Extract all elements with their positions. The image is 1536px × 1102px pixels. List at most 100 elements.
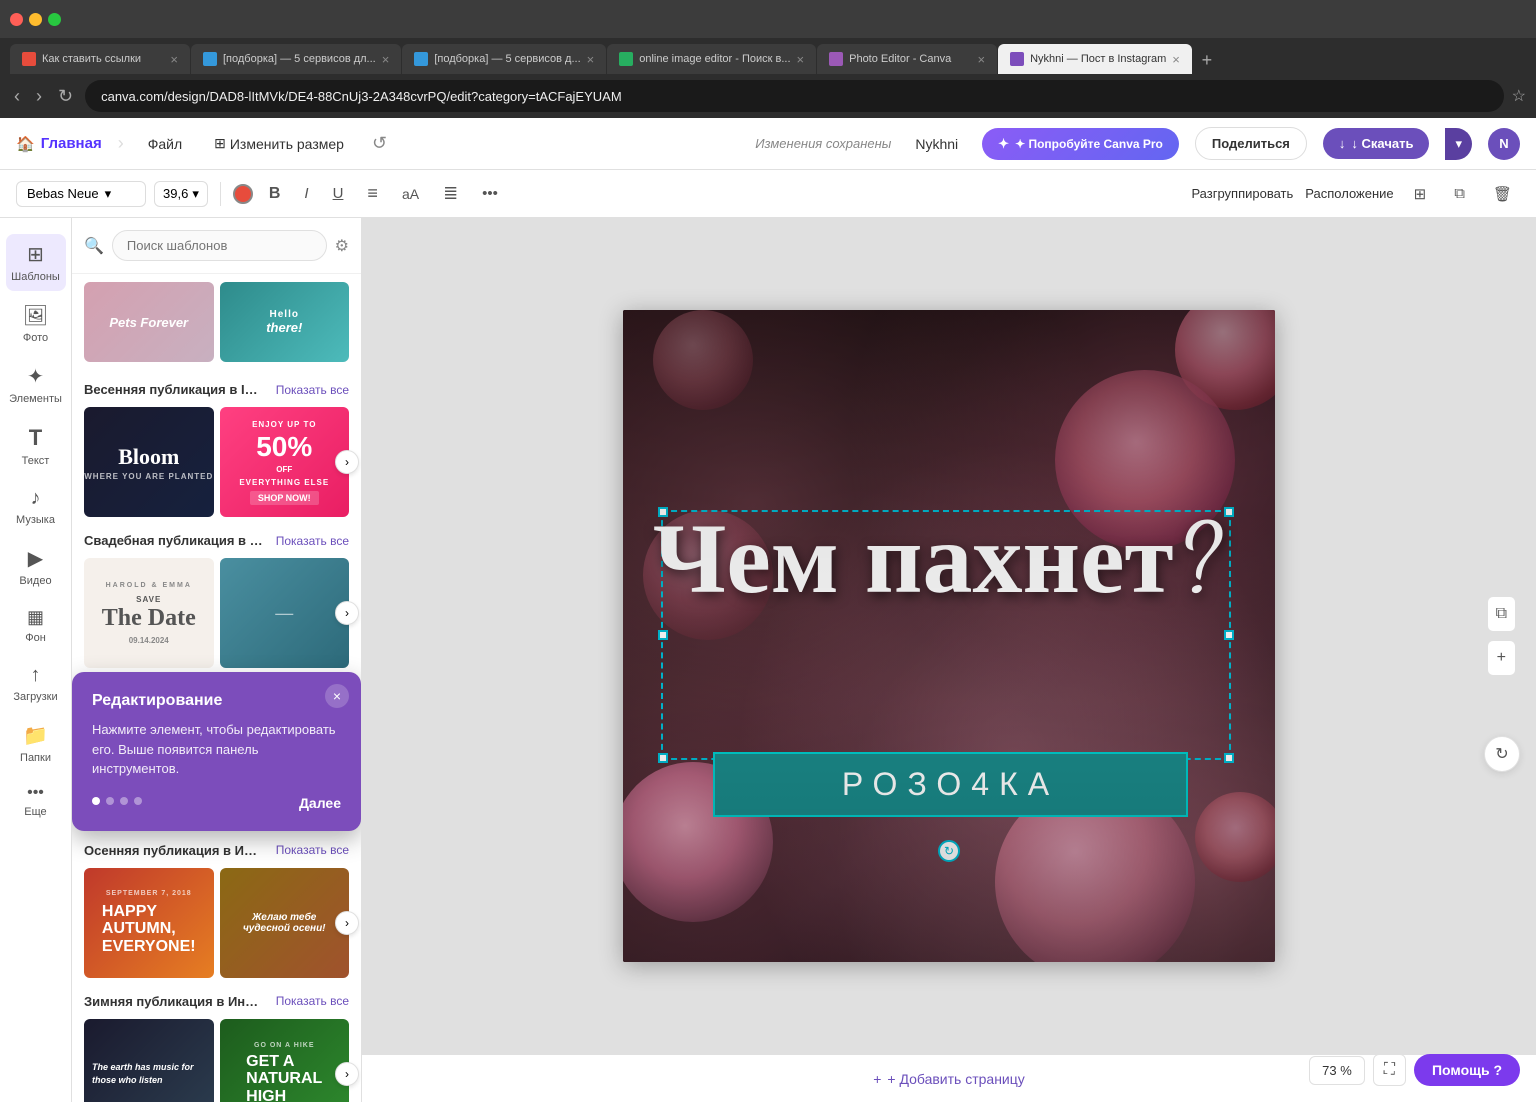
- download-dropdown-button[interactable]: ▾: [1445, 128, 1472, 160]
- sidebar-item-background[interactable]: ▦ Фон: [6, 599, 66, 652]
- new-tab-button[interactable]: +: [1193, 46, 1221, 74]
- refresh-side-icon[interactable]: ↻: [1484, 736, 1520, 772]
- canva-logo: 🏠: [16, 135, 35, 153]
- duplicate-button[interactable]: ⧉: [1446, 181, 1473, 206]
- preview-thumb-2[interactable]: Hello there!: [220, 282, 350, 362]
- download-button[interactable]: ↓ ↓ Скачать: [1323, 128, 1430, 159]
- file-menu[interactable]: Файл: [140, 132, 190, 156]
- grid-view-button[interactable]: ⊞: [1406, 181, 1435, 207]
- wedding-section-title: Свадебная публикация в Инс...: [84, 533, 264, 548]
- tab-3[interactable]: [подборка] — 5 сервисов д... ×: [402, 44, 606, 74]
- italic-button[interactable]: I: [296, 181, 316, 206]
- font-size-value: 39,6: [163, 186, 188, 201]
- user-avatar[interactable]: N: [1488, 128, 1520, 160]
- minimize-traffic-light[interactable]: [29, 13, 42, 26]
- canvas[interactable]: Чем пахнет? РОЗО4КА ↻: [623, 310, 1275, 962]
- autumn-section-title: Осенняя публикация в Инс...: [84, 843, 264, 858]
- canvas-sub-text[interactable]: РОЗО4КА: [713, 752, 1188, 817]
- tab-title: online image editor - Поиск в...: [639, 53, 790, 65]
- position-button[interactable]: Расположение: [1305, 186, 1393, 201]
- tooltip-next-button[interactable]: Далее: [299, 795, 341, 811]
- maximize-traffic-light[interactable]: [48, 13, 61, 26]
- rotate-handle[interactable]: ↻: [938, 840, 960, 862]
- autumn2-template[interactable]: Желаю тебе чудесной осени!: [220, 868, 350, 978]
- font-size-selector[interactable]: 39,6 ▾: [154, 181, 208, 207]
- add-page-button[interactable]: + + Добавить страницу: [873, 1071, 1025, 1087]
- tooltip-title: Редактирование: [92, 692, 341, 710]
- close-traffic-light[interactable]: [10, 13, 23, 26]
- bookmark-icon[interactable]: ☆: [1512, 86, 1526, 106]
- tab-close[interactable]: ×: [170, 52, 178, 67]
- winter-arrow[interactable]: ›: [335, 1062, 359, 1086]
- section-header-spring: Весенняя публикация в Inst... Показать в…: [84, 382, 349, 397]
- sidebar-item-text[interactable]: T Текст: [6, 417, 66, 475]
- wedding2-template[interactable]: —: [220, 558, 350, 668]
- fullscreen-button[interactable]: ⛶: [1373, 1054, 1406, 1086]
- sidebar-item-video[interactable]: ▶ Видео: [6, 538, 66, 595]
- search-input[interactable]: [112, 230, 327, 261]
- autumn-arrow[interactable]: ›: [335, 911, 359, 935]
- 50off-template[interactable]: ENJOY UP TO 50% OFF EVERYTHING ELSE SHOP…: [220, 407, 350, 517]
- tab-close[interactable]: ×: [587, 52, 595, 67]
- copy-button[interactable]: ⧉: [1487, 596, 1516, 632]
- sidebar-item-photo[interactable]: 🖼 Фото: [6, 295, 66, 352]
- url-input[interactable]: [85, 80, 1504, 112]
- sidebar-item-more[interactable]: ••• Еще: [6, 776, 66, 826]
- show-all-autumn[interactable]: Показать все: [276, 843, 349, 857]
- show-all-winter[interactable]: Показать все: [276, 994, 349, 1008]
- sidebar-item-templates[interactable]: ⊞ Шаблоны: [6, 234, 66, 291]
- delete-button[interactable]: 🗑: [1485, 181, 1520, 207]
- tab-close[interactable]: ×: [978, 52, 986, 67]
- filter-icon[interactable]: ⚙: [335, 236, 349, 256]
- zoom-level: 73 %: [1309, 1056, 1365, 1085]
- preview-thumb-1[interactable]: Pets Forever: [84, 282, 214, 362]
- try-pro-button[interactable]: ✦ ✦ Попробуйте Canva Pro: [982, 128, 1179, 160]
- refresh-button[interactable]: ↻: [54, 82, 77, 111]
- bold-button[interactable]: B: [261, 181, 289, 207]
- back-button[interactable]: ‹: [10, 82, 24, 111]
- more-options-button[interactable]: •••: [474, 181, 506, 206]
- undo-button[interactable]: ↺: [368, 129, 391, 158]
- ungroup-button[interactable]: Разгруппировать: [1191, 186, 1293, 201]
- home-nav[interactable]: 🏠 Главная: [16, 135, 102, 153]
- save-date-template[interactable]: HAROLD & EMMA SAVE The Date 09.14.2024: [84, 558, 214, 668]
- tab-5[interactable]: Photo Editor - Canva ×: [817, 44, 997, 74]
- spring-templates: Bloom WHERE YOU ARE PLANTED ENJOY UP TO …: [84, 407, 349, 517]
- forward-button[interactable]: ›: [32, 82, 46, 111]
- text-color-button[interactable]: [233, 184, 253, 204]
- spacing-button[interactable]: ≣: [435, 179, 466, 208]
- spring-arrow[interactable]: ›: [335, 450, 359, 474]
- winter2-template[interactable]: GO ON A HIKE GET ANATURALHIGH: [220, 1019, 350, 1102]
- sidebar-item-folders[interactable]: 📁 Папки: [6, 715, 66, 772]
- canvas-main-text[interactable]: Чем пахнет?: [653, 510, 1233, 610]
- align-button[interactable]: ≡: [359, 179, 386, 208]
- tab-close[interactable]: ×: [1172, 52, 1180, 67]
- close-icon: ×: [333, 688, 341, 704]
- uploads-icon: ↑: [31, 664, 41, 687]
- add-element-button[interactable]: +: [1487, 640, 1516, 676]
- bloom-template[interactable]: Bloom WHERE YOU ARE PLANTED: [84, 407, 214, 517]
- tab-4[interactable]: online image editor - Поиск в... ×: [607, 44, 816, 74]
- tab-close[interactable]: ×: [382, 52, 390, 67]
- sidebar-item-music[interactable]: ♪ Музыка: [6, 479, 66, 534]
- share-button[interactable]: Поделиться: [1195, 127, 1307, 160]
- resize-menu[interactable]: ⊞ Изменить размер: [206, 131, 352, 156]
- show-all-spring[interactable]: Показать все: [276, 383, 349, 397]
- case-button[interactable]: aA: [394, 182, 427, 206]
- tab-6-active[interactable]: Nykhni — Пост в Instagram ×: [998, 44, 1192, 74]
- tooltip-close-button[interactable]: ×: [325, 684, 349, 708]
- background-icon: ▦: [27, 607, 44, 628]
- help-button[interactable]: Помощь ?: [1414, 1054, 1520, 1086]
- sidebar-item-uploads[interactable]: ↑ Загрузки: [6, 656, 66, 711]
- tab-1[interactable]: Как ставить ссылки ×: [10, 44, 190, 74]
- autumn1-template[interactable]: SEPTEMBER 7, 2018 HAPPYAUTUMN,EVERYONE!: [84, 868, 214, 978]
- sidebar-item-elements[interactable]: ✦ Элементы: [6, 356, 66, 413]
- dot-4: [134, 797, 142, 805]
- tab-2[interactable]: [подборка] — 5 сервисов дл... ×: [191, 44, 401, 74]
- underline-button[interactable]: U: [325, 181, 352, 206]
- wedding-arrow[interactable]: ›: [335, 601, 359, 625]
- winter1-template[interactable]: The earth has music for those who listen: [84, 1019, 214, 1102]
- font-selector[interactable]: Bebas Neue ▾: [16, 181, 146, 207]
- show-all-wedding[interactable]: Показать все: [276, 534, 349, 548]
- tab-close[interactable]: ×: [797, 52, 805, 67]
